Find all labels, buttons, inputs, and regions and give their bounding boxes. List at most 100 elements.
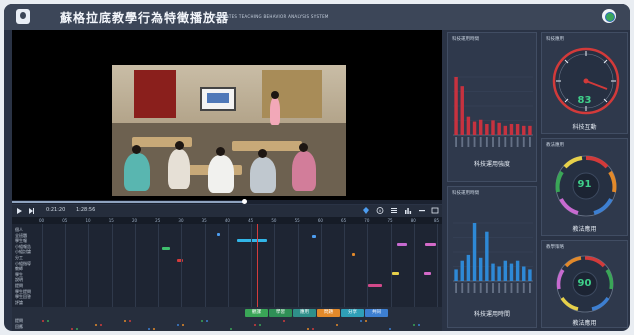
behavior-timeline[interactable]: 00 05 10 15 20 25 30 35 40 45 50 55 60 65 70 75 80 85 個人全… [12,217,442,307]
video-player[interactable] [12,30,442,200]
play-icon[interactable] [17,208,22,214]
duration-time: 1:28:56 [76,207,96,213]
marker-icon[interactable] [362,207,370,214]
category-label-mark [529,283,531,293]
seek-handle[interactable] [242,199,248,204]
phase-tag[interactable]: 問題 [317,309,340,317]
category-label-mark [522,137,525,147]
event-dot[interactable] [307,328,309,330]
event-dot[interactable] [413,324,415,326]
teaching-method-panel: 教法應用 91 教法應用 [541,138,628,236]
category-label-mark [504,137,507,147]
phase-tag[interactable]: 應用 [293,309,316,317]
phase-tag[interactable]: 共同 [365,309,388,317]
event-dot[interactable] [95,324,97,326]
panel-caption: 教法應用 [572,226,597,233]
minus-icon[interactable] [418,207,426,214]
bar [515,124,520,135]
event-dot[interactable] [360,320,362,322]
seek-bar[interactable] [12,199,442,204]
panel-caption: 科技運用時間 [473,311,510,318]
timeline-tick: 55 [294,218,300,223]
event-dot[interactable] [336,324,338,326]
event-dot[interactable] [71,328,73,330]
event-dot[interactable] [182,324,184,326]
timeline-row-label: 評論 [15,299,23,305]
event-dot[interactable] [365,320,367,322]
bar [509,124,514,135]
event-dot[interactable] [153,328,155,330]
phase-tag[interactable]: 學習 [269,309,292,317]
event-dot[interactable] [201,320,203,322]
chart-icon[interactable] [404,207,412,214]
timeline-segment[interactable] [425,243,436,246]
event-dot[interactable] [42,320,44,322]
timeline-tick: 35 [201,218,207,223]
bar [522,266,526,281]
event-dot[interactable] [76,328,78,330]
list-icon[interactable] [390,207,398,214]
category-label-mark [485,283,488,293]
gauge-value: 91 [577,179,592,190]
event-dot[interactable] [206,320,208,322]
phase-tag-bar: 觀課 學習 應用 問題 分享 共同 提問 回應 [12,307,442,331]
event-dot[interactable] [230,328,232,330]
event-dot[interactable] [47,320,49,322]
player-controls: 0:21:20 1:28:56 [12,205,442,217]
category-label-mark [461,137,464,147]
bottom-row-label: 回應 [15,324,23,329]
bar [460,260,464,281]
event-dot[interactable] [283,320,285,322]
next-icon[interactable] [29,208,34,214]
event-dot[interactable] [389,328,391,330]
category-label-mark [455,137,457,147]
phase-tag[interactable]: 觀課 [245,309,268,317]
event-dot[interactable] [148,328,150,330]
timeline-segment[interactable] [352,253,355,256]
category-label-mark [461,283,464,293]
bar [460,86,464,135]
category-label-mark [498,137,501,147]
timeline-segment[interactable] [368,284,382,287]
timeline-segment[interactable] [312,235,316,238]
teaching-strategy-panel: 教學策略 90 教法應用 [541,240,628,328]
category-label-mark [467,137,470,147]
timeline-segment[interactable] [217,233,220,236]
settings-icon[interactable] [602,9,616,23]
category-label-mark [522,283,525,293]
event-dot[interactable] [177,324,179,326]
timeline-tick: 10 [85,218,91,223]
timeline-segment[interactable] [392,272,399,275]
event-dot[interactable] [254,324,256,326]
info-icon[interactable] [376,207,384,214]
fullscreen-icon[interactable] [431,207,439,214]
playhead[interactable] [257,224,258,307]
event-dot[interactable] [100,324,102,326]
bar [454,77,458,135]
category-label-mark [479,137,482,147]
event-dot[interactable] [312,328,314,330]
classroom-video-frame[interactable] [112,65,346,196]
timeline-segment[interactable] [397,243,407,246]
event-dot[interactable] [124,320,126,322]
category-label-mark [516,283,519,293]
panel-title: 教法應用 [546,143,564,148]
event-dot[interactable] [259,324,261,326]
timeline-tick: 05 [62,218,68,223]
event-dot[interactable] [418,324,420,326]
tech-interaction-panel: 科技應用 83 科技互動 [541,32,628,134]
category-label-mark [492,137,494,147]
current-time: 0:21:20 [46,207,66,213]
timeline-segment[interactable] [162,247,170,250]
bar [522,125,526,135]
timeline-tick: 40 [224,218,230,223]
phase-tag[interactable]: 分享 [341,309,364,317]
gauge-value: 83 [577,95,592,106]
event-dot[interactable] [129,320,131,322]
timeline-segment[interactable] [424,272,431,275]
category-label-mark [479,283,482,293]
timeline-tick: 25 [155,218,161,223]
category-label-mark [510,137,513,147]
category-label-mark [473,137,476,147]
category-label-mark [529,137,531,147]
